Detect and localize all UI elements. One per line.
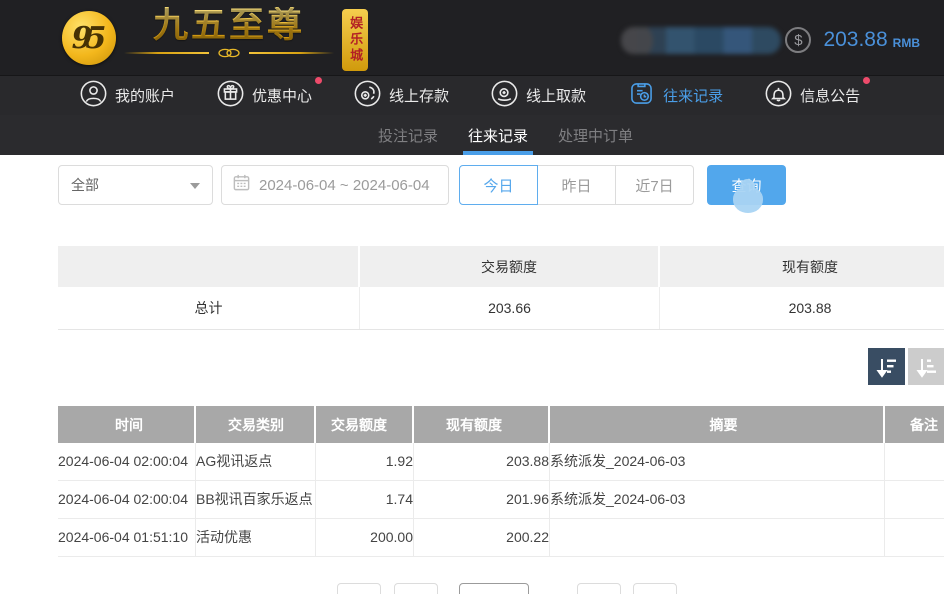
date-range-picker[interactable]: 2024-06-04 ~ 2024-06-04 xyxy=(221,165,449,205)
today-button[interactable]: 今日 xyxy=(459,165,538,205)
touch-cursor-icon xyxy=(733,187,763,213)
yesterday-button[interactable]: 昨日 xyxy=(537,165,616,205)
nav-item-my-account[interactable]: 我的账户 xyxy=(80,80,175,112)
type-select[interactable]: 全部 xyxy=(58,165,213,205)
last7days-button[interactable]: 近7日 xyxy=(615,165,694,205)
user-icon xyxy=(80,80,115,112)
filter-bar: 全部 2024-06-04 ~ 2024-06-04 今日 昨日 近7日 查询 xyxy=(58,165,786,205)
logo-badge: 娱乐城 xyxy=(342,9,368,71)
summary-header-blank xyxy=(58,246,360,287)
records-icon xyxy=(628,80,663,112)
tab-transaction-records[interactable]: 往来记录 xyxy=(468,115,528,155)
site-title: 九五至尊 xyxy=(153,7,305,46)
table-row[interactable]: 2024-06-04 02:00:04 BB视讯百家乐返点 1.74 201.9… xyxy=(58,481,944,519)
page: 95 九五至尊 娱乐城 $ 203.88 RMB xyxy=(0,0,944,594)
nav-item-announcements[interactable]: 信息公告 xyxy=(765,80,860,112)
sub-navbar: 投注记录 往来记录 处理中订单 xyxy=(0,115,944,155)
summary-table: 交易额度 现有额度 总计 203.66 203.88 xyxy=(58,246,944,330)
site-logo[interactable]: 95 九五至尊 娱乐城 xyxy=(62,7,368,71)
col-header-balance: 现有额度 xyxy=(414,406,550,443)
pagination-page-select[interactable] xyxy=(459,583,529,594)
deposit-icon xyxy=(354,80,389,112)
bell-icon xyxy=(765,80,800,112)
summary-total-balance: 203.88 xyxy=(660,287,944,329)
sort-descending-button[interactable] xyxy=(868,348,905,385)
nav-item-transaction-records[interactable]: 往来记录 xyxy=(628,80,723,112)
summary-total-label: 总计 xyxy=(58,287,360,329)
logo-flourish-icon xyxy=(124,48,334,58)
chevron-down-icon xyxy=(190,183,200,189)
active-tab-underline xyxy=(463,151,533,155)
gift-icon xyxy=(217,80,252,112)
records-header-row: 时间 交易类别 交易额度 现有额度 摘要 备注 xyxy=(58,406,944,443)
main-navbar: 我的账户 优惠中心 线上存款 xyxy=(0,75,944,115)
table-row[interactable]: 2024-06-04 02:00:04 AG视讯返点 1.92 203.88 系… xyxy=(58,443,944,481)
username-redacted[interactable] xyxy=(621,27,781,54)
balance-currency: RMB xyxy=(893,36,920,50)
sort-controls xyxy=(868,348,944,385)
pagination-prev-button[interactable] xyxy=(394,583,438,594)
type-select-value: 全部 xyxy=(71,175,99,195)
pagination-first-button[interactable] xyxy=(337,583,381,594)
nav-item-withdraw[interactable]: 线上取款 xyxy=(491,80,586,112)
pagination xyxy=(0,583,944,594)
notification-dot xyxy=(863,77,870,84)
summary-total-trade: 203.66 xyxy=(360,287,660,329)
dollar-coin-icon: $ xyxy=(785,27,811,53)
summary-header-trade: 交易额度 xyxy=(360,246,660,287)
calendar-icon xyxy=(232,173,259,197)
date-range-value: 2024-06-04 ~ 2024-06-04 xyxy=(259,177,430,194)
notification-dot xyxy=(315,77,322,84)
col-header-trade: 交易额度 xyxy=(316,406,414,443)
quick-date-group: 今日 昨日 近7日 xyxy=(459,165,694,205)
sort-asc-icon xyxy=(915,355,939,379)
pagination-next-button[interactable] xyxy=(577,583,621,594)
withdraw-icon xyxy=(491,80,526,112)
summary-total-row: 总计 203.66 203.88 xyxy=(58,287,944,330)
logo-95-icon: 95 xyxy=(62,11,116,65)
records-table: 时间 交易类别 交易额度 现有额度 摘要 备注 2024-06-04 02:00… xyxy=(58,406,944,557)
top-header: 95 九五至尊 娱乐城 $ 203.88 RMB xyxy=(0,0,944,75)
sort-ascending-button[interactable] xyxy=(908,348,944,385)
logo-monogram: 95 xyxy=(72,21,107,56)
tab-processing-orders[interactable]: 处理中订单 xyxy=(558,115,633,155)
tab-betting-records[interactable]: 投注记录 xyxy=(378,115,438,155)
nav-item-deposit[interactable]: 线上存款 xyxy=(354,80,449,112)
col-header-type: 交易类别 xyxy=(196,406,316,443)
sort-desc-icon xyxy=(875,355,899,379)
summary-header-balance: 现有额度 xyxy=(660,246,944,287)
balance-amount: 203.88 xyxy=(823,28,887,52)
nav-item-promotions[interactable]: 优惠中心 xyxy=(217,80,312,112)
table-row[interactable]: 2024-06-04 01:51:10 活动优惠 200.00 200.22 xyxy=(58,519,944,557)
summary-header-row: 交易额度 现有额度 xyxy=(58,246,944,287)
pagination-last-button[interactable] xyxy=(633,583,677,594)
col-header-summary: 摘要 xyxy=(550,406,885,443)
balance-display[interactable]: $ 203.88 RMB xyxy=(785,27,920,53)
query-button[interactable]: 查询 xyxy=(707,165,786,205)
col-header-time: 时间 xyxy=(58,406,196,443)
col-header-note: 备注 xyxy=(885,406,944,443)
